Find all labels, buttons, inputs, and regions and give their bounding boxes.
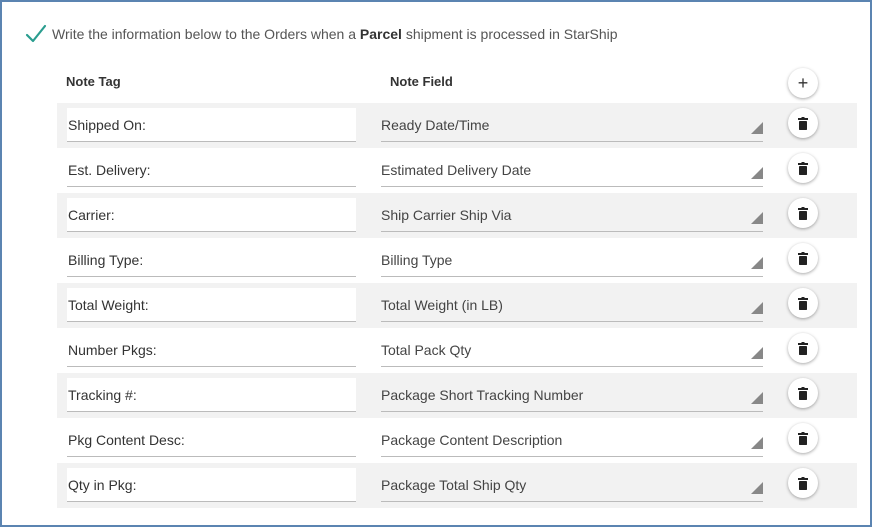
parcel-note-option[interactable]: Write the information below to the Order… [24,22,618,46]
dropdown-caret-icon[interactable] [751,437,763,449]
note-tag-input[interactable]: Pkg Content Desc: [67,423,356,457]
add-row-button[interactable]: + [788,68,818,98]
note-field-value: Ship Carrier Ship Via [381,207,512,223]
note-mapping-row: Tracking #: Package Short Tracking Number [57,373,857,418]
note-tag-input[interactable]: Carrier: [67,198,356,232]
note-mapping-list: Shipped On: Ready Date/Time Est. Delivery:… [57,103,857,508]
note-mapping-row: Est. Delivery: Estimated Delivery Date [57,148,857,193]
settings-panel: Write the information below to the Order… [0,0,872,527]
note-field-column-header: Note Field [390,74,453,89]
note-tag-input[interactable]: Billing Type: [67,243,356,277]
delete-row-button[interactable] [788,468,818,498]
dropdown-caret-icon[interactable] [751,212,763,224]
note-tag-input[interactable]: Total Weight: [67,288,356,322]
option-text-before: Write the information below to the Order… [52,26,357,42]
trash-icon [798,251,808,265]
trash-icon [798,296,808,310]
checkmark-icon[interactable] [24,22,48,46]
note-field-select[interactable]: Package Short Tracking Number [381,378,763,412]
note-field-select[interactable]: Total Pack Qty [381,333,763,367]
note-mapping-row: Number Pkgs: Total Pack Qty [57,328,857,373]
note-field-value: Estimated Delivery Date [381,162,532,178]
delete-row-button[interactable] [788,198,818,228]
note-field-select[interactable]: Ship Carrier Ship Via [381,198,763,232]
trash-icon [798,206,808,220]
trash-icon [798,476,808,490]
option-text-bold: Parcel [359,26,402,42]
note-field-select[interactable]: Package Content Description [381,423,763,457]
delete-row-button[interactable] [788,243,818,273]
note-mapping-row: Billing Type: Billing Type [57,238,857,283]
delete-row-button[interactable] [788,423,818,453]
note-field-value: Package Short Tracking Number [381,387,584,403]
delete-row-button[interactable] [788,378,818,408]
note-field-value: Package Total Ship Qty [381,477,527,493]
note-tag-input[interactable]: Qty in Pkg: [67,468,356,502]
note-mapping-row: Carrier: Ship Carrier Ship Via [57,193,857,238]
trash-icon [798,386,808,400]
delete-row-button[interactable] [788,108,818,138]
note-mapping-row: Shipped On: Ready Date/Time [57,103,857,148]
dropdown-caret-icon[interactable] [751,122,763,134]
delete-row-button[interactable] [788,153,818,183]
note-tag-input[interactable]: Number Pkgs: [67,333,356,367]
note-field-value: Billing Type [381,252,453,268]
note-field-select[interactable]: Package Total Ship Qty [381,468,763,502]
note-field-value: Total Pack Qty [381,342,472,358]
note-field-value: Package Content Description [381,432,563,448]
note-tag-input[interactable]: Est. Delivery: [67,153,356,187]
delete-row-button[interactable] [788,288,818,318]
note-tag-input[interactable]: Tracking #: [67,378,356,412]
note-field-select[interactable]: Total Weight (in LB) [381,288,763,322]
dropdown-caret-icon[interactable] [751,392,763,404]
dropdown-caret-icon[interactable] [751,257,763,269]
note-field-select[interactable]: Ready Date/Time [381,108,763,142]
trash-icon [798,116,808,130]
note-tag-input[interactable]: Shipped On: [67,108,356,142]
note-field-value: Total Weight (in LB) [381,297,503,313]
trash-icon [798,341,808,355]
dropdown-caret-icon[interactable] [751,167,763,179]
note-mapping-row: Qty in Pkg: Package Total Ship Qty [57,463,857,508]
trash-icon [798,431,808,445]
note-field-value: Ready Date/Time [381,117,490,133]
note-field-select[interactable]: Estimated Delivery Date [381,153,763,187]
note-mapping-row: Pkg Content Desc: Package Content Descrip… [57,418,857,463]
dropdown-caret-icon[interactable] [751,482,763,494]
trash-icon [798,161,808,175]
dropdown-caret-icon[interactable] [751,347,763,359]
dropdown-caret-icon[interactable] [751,302,763,314]
note-tag-column-header: Note Tag [66,74,121,89]
note-field-select[interactable]: Billing Type [381,243,763,277]
delete-row-button[interactable] [788,333,818,363]
note-mapping-row: Total Weight: Total Weight (in LB) [57,283,857,328]
option-text-after: shipment is processed in StarShip [405,26,618,42]
